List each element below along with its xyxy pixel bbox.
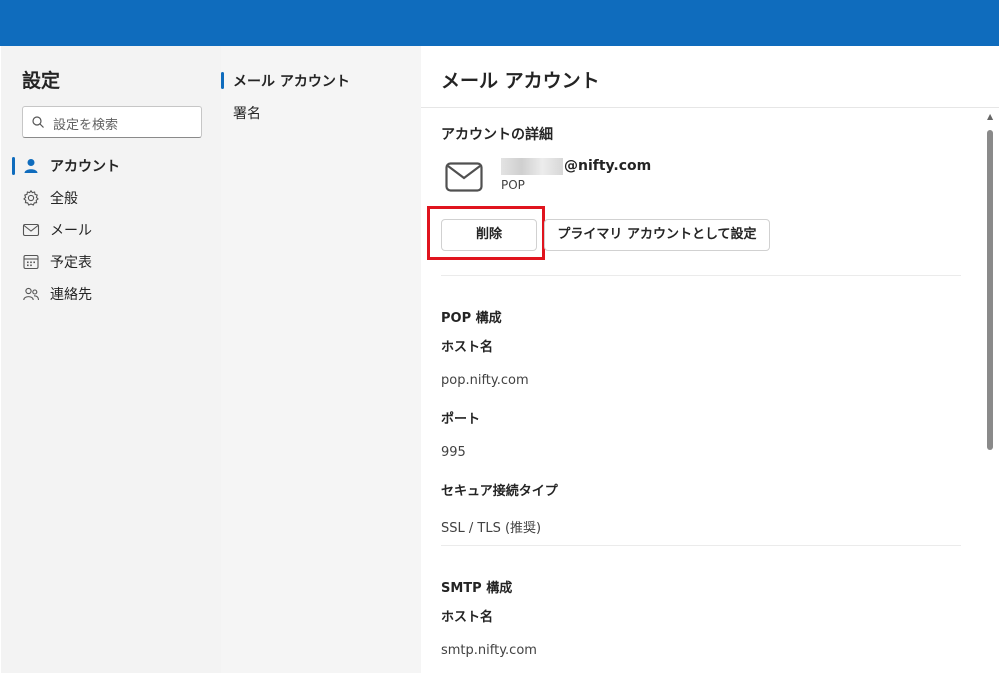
content-scrollbar[interactable]: ▲ (985, 108, 997, 673)
nav-item-people[interactable]: 連絡先 (1, 279, 221, 309)
pop-port-label: ポート (441, 412, 481, 427)
search-placeholder: 設定を検索 (53, 118, 119, 133)
smtp-host-value: smtp.nifty.com (441, 643, 537, 658)
nav-item-mail[interactable]: メール (1, 215, 221, 245)
divider (441, 275, 961, 276)
set-primary-button[interactable]: プライマリ アカウントとして設定 (544, 219, 770, 251)
nav-item-label: メール (50, 223, 92, 239)
active-indicator (221, 72, 224, 89)
pop-config-title: POP 構成 (441, 311, 502, 326)
nav-item-label: 全般 (50, 191, 78, 207)
content-header: メール アカウント (421, 46, 999, 108)
subnav-item-signature[interactable]: 署名 (221, 99, 421, 125)
pop-security-label: セキュア接続タイプ (441, 484, 558, 499)
nav-item-general[interactable]: 全般 (1, 183, 221, 213)
envelope-icon (445, 162, 483, 192)
subnav-item-label: メール アカウント (233, 74, 350, 90)
scroll-thumb[interactable] (987, 130, 993, 450)
active-indicator (12, 157, 15, 175)
people-icon (23, 287, 40, 301)
smtp-config-title: SMTP 構成 (441, 581, 513, 596)
search-icon (32, 116, 44, 128)
settings-content-pane: メール アカウント アカウントの詳細 @nifty.com POP 削除 プライ… (421, 46, 999, 673)
person-icon (24, 159, 38, 173)
delete-button[interactable]: 削除 (441, 219, 537, 251)
scroll-up-arrow-icon[interactable]: ▲ (987, 112, 993, 121)
subcategory-nav: メール アカウント 署名 (221, 46, 421, 673)
pop-security-value: SSL / TLS (推奨) (441, 521, 542, 536)
subnav-item-mail-accounts[interactable]: メール アカウント (221, 67, 421, 93)
divider (441, 545, 961, 546)
settings-title: 設定 (22, 70, 61, 92)
nav-item-label: アカウント (50, 159, 120, 175)
calendar-icon (23, 254, 39, 270)
account-type: POP (501, 178, 525, 192)
settings-sidebar: 設定 設定を検索 アカウント 全般 メール 予定表 連絡先 (1, 46, 221, 673)
subnav-item-label: 署名 (233, 106, 261, 122)
pop-host-value: pop.nifty.com (441, 373, 529, 388)
pop-port-value: 995 (441, 445, 466, 460)
nav-item-account[interactable]: アカウント (1, 151, 221, 181)
redacted-username (501, 158, 563, 175)
smtp-host-label: ホスト名 (441, 610, 494, 625)
nav-item-label: 予定表 (50, 255, 92, 271)
account-details-title: アカウントの詳細 (441, 127, 553, 143)
mail-icon (22, 223, 40, 237)
title-bar (0, 0, 999, 46)
account-email: @nifty.com (564, 158, 652, 174)
page-title: メール アカウント (441, 70, 600, 92)
settings-search-input[interactable]: 設定を検索 (22, 106, 202, 138)
nav-item-label: 連絡先 (50, 287, 92, 303)
gear-icon (23, 189, 39, 206)
nav-item-calendar[interactable]: 予定表 (1, 247, 221, 277)
pop-host-label: ホスト名 (441, 340, 494, 355)
